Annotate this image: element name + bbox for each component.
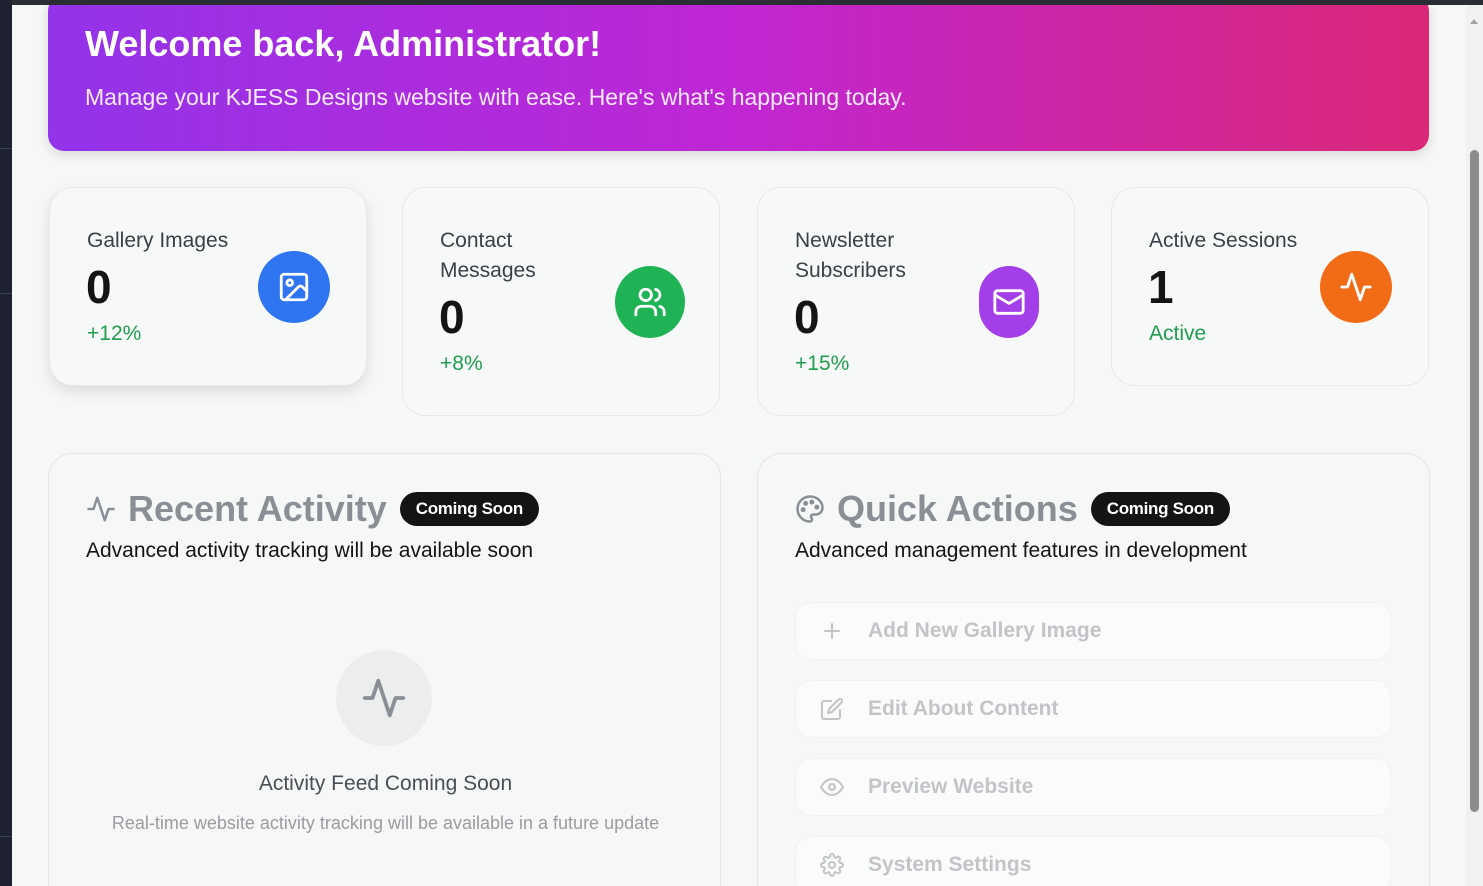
welcome-subtitle: Manage your KJESS Designs website with e… [85, 84, 907, 110]
stat-card-gallery-images: Gallery Images 0 +12% [49, 187, 367, 386]
panel-header: Recent Activity Coming Soon [86, 488, 539, 530]
plus-icon [824, 623, 840, 639]
welcome-banner: Welcome back, Administrator! Manage your… [48, 5, 1429, 151]
panel-subtitle: Advanced activity tracking will be avail… [86, 539, 534, 562]
coming-soon-badge: Coming Soon [399, 492, 539, 526]
activity-icon [87, 496, 115, 522]
settings-icon [820, 853, 844, 877]
coming-soon-badge: Coming Soon [1090, 492, 1230, 526]
activity-icon [1320, 251, 1392, 323]
preview-website-button[interactable]: Preview Website [795, 758, 1391, 816]
recent-activity-panel: Recent Activity Coming Soon Advanced act… [48, 453, 721, 886]
scrollbar-thumb[interactable] [1470, 150, 1479, 812]
panel-title: Recent Activity [128, 488, 387, 529]
welcome-title: Welcome back, Administrator! [85, 23, 602, 64]
add-gallery-image-button[interactable]: Add New Gallery Image [795, 602, 1391, 660]
stat-value: 0 [439, 291, 465, 343]
sidebar-divider [0, 293, 12, 294]
sidebar-divider [0, 148, 12, 149]
users-icon [615, 266, 685, 338]
edit-about-content-button[interactable]: Edit About Content [795, 680, 1391, 738]
feed-title: Activity Feed Coming Soon [258, 772, 513, 795]
stat-change: +12% [87, 322, 142, 345]
image-icon [258, 251, 330, 323]
panel-subtitle: Advanced management features in developm… [795, 539, 1247, 562]
palette-icon [796, 495, 824, 523]
feed-description: Real-time website activity tracking will… [111, 813, 660, 833]
page-scrollbar[interactable] [1466, 5, 1483, 886]
stat-card-newsletter-subscribers: Newsletter Subscribers 0 +15% [757, 187, 1075, 416]
stat-change: +8% [440, 352, 483, 375]
stat-change: Active [1149, 322, 1207, 345]
stat-card-active-sessions: Active Sessions 1 Active [1111, 187, 1429, 386]
scroll-up-arrow-icon[interactable] [1470, 19, 1478, 24]
dashboard-main: Welcome back, Administrator! Manage your… [12, 5, 1466, 886]
stat-card-contact-messages: Contact Messages 0 +8% [402, 187, 720, 416]
action-label: Edit About Content [868, 697, 1059, 720]
mail-icon [979, 266, 1039, 338]
panel-title: Quick Actions [837, 488, 1078, 529]
edit-icon [821, 697, 844, 720]
stat-value: 0 [794, 291, 820, 343]
stat-label: Active Sessions [1149, 229, 1298, 252]
stat-change: +15% [795, 352, 850, 375]
sidebar-edge [0, 0, 12, 886]
quick-actions-panel: Quick Actions Coming Soon Advanced manag… [757, 453, 1430, 886]
stat-label: Newsletter Subscribers [795, 229, 906, 282]
stat-value: 0 [86, 261, 112, 313]
action-label: Add New Gallery Image [868, 619, 1102, 642]
activity-feed-icon [336, 650, 432, 746]
action-label: Preview Website [868, 775, 1034, 798]
sidebar-divider [0, 836, 12, 837]
system-settings-button[interactable]: System Settings [795, 836, 1391, 886]
stat-value: 1 [1148, 261, 1174, 313]
stat-label: Contact Messages [440, 229, 536, 282]
action-label: System Settings [868, 853, 1032, 876]
stat-label: Gallery Images [87, 229, 229, 252]
eye-icon [820, 778, 844, 796]
panel-header: Quick Actions Coming Soon [795, 488, 1230, 530]
